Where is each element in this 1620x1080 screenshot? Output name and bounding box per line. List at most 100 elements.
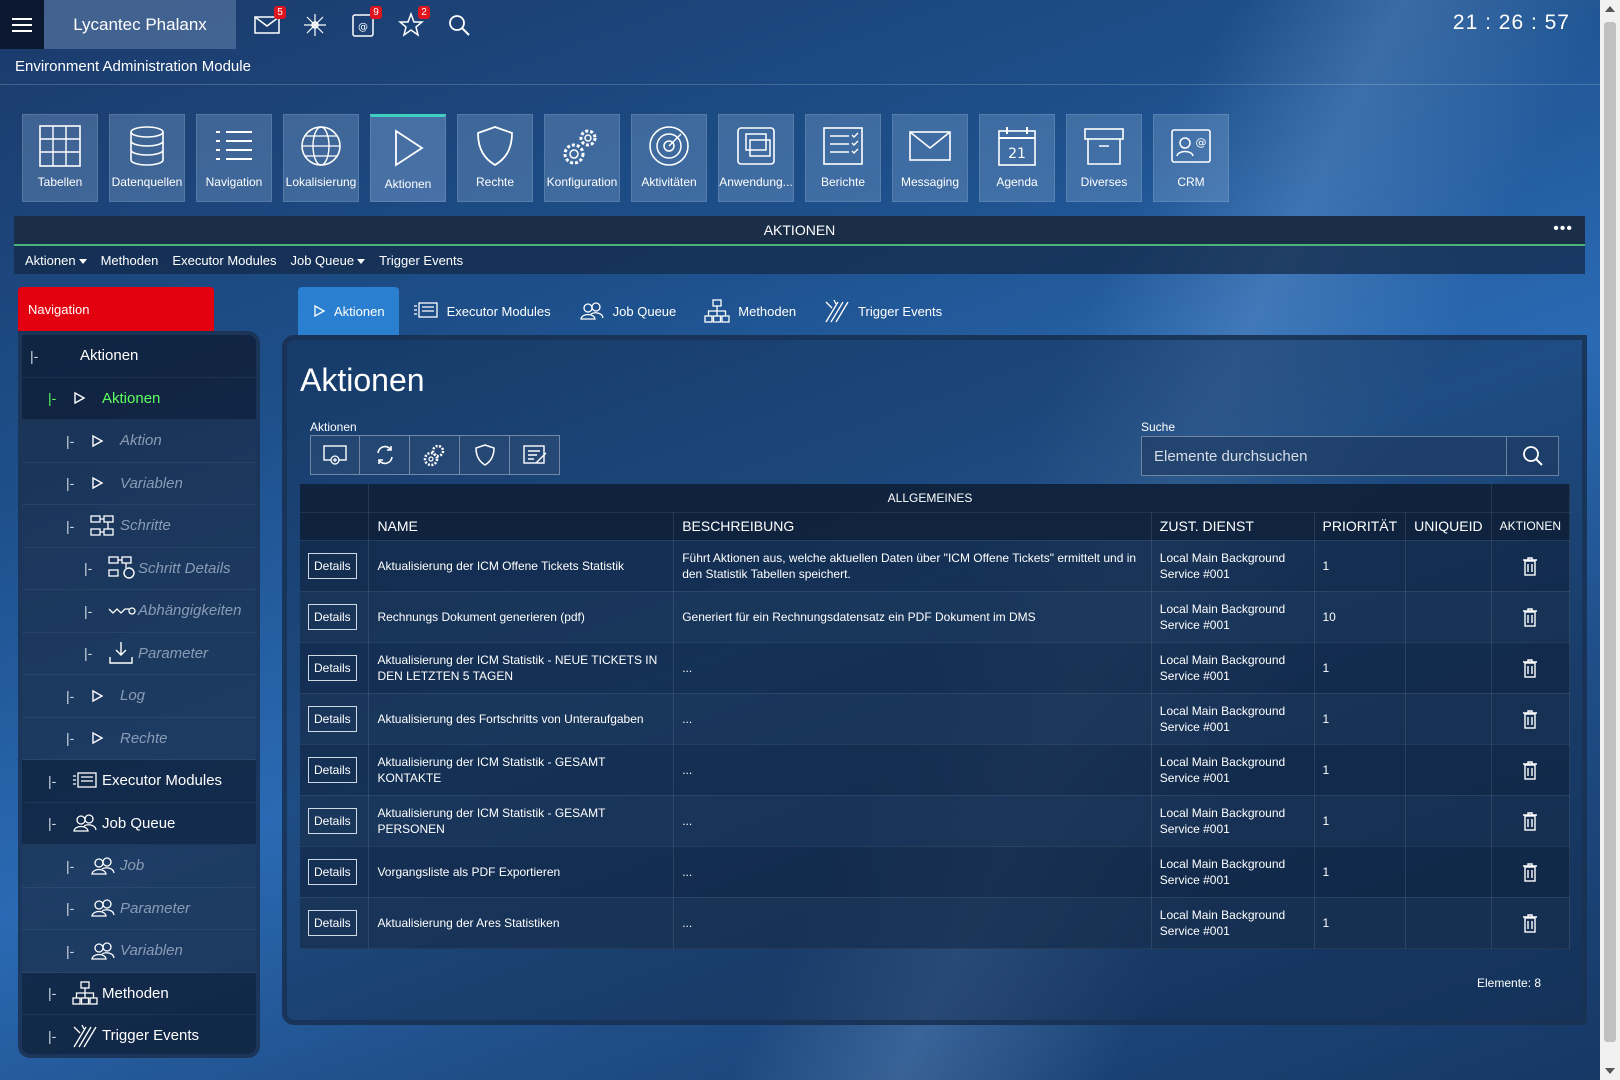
nav-item-job[interactable]: |- Job — [22, 845, 256, 888]
table-row[interactable]: Details Aktualisierung der ICM Statistik … — [300, 744, 1571, 796]
tab-methoden[interactable]: Methoden — [690, 287, 810, 335]
app-title[interactable]: Lycantec Phalanx — [44, 0, 236, 49]
details-button[interactable]: Details — [308, 909, 357, 936]
tile-aktionen[interactable]: Aktionen — [370, 114, 446, 202]
col-dienst[interactable]: ZUST. DIENST — [1151, 512, 1315, 541]
tile-anwendungen[interactable]: Anwendung... — [718, 114, 794, 202]
trash-icon[interactable] — [1500, 913, 1561, 933]
cell-dienst: Local Main Background Service #001 — [1151, 540, 1315, 592]
trash-icon[interactable] — [1500, 556, 1561, 576]
table-row[interactable]: Details Aktualisierung der ICM Offene Tic… — [300, 540, 1571, 592]
nav-item-schritt-details[interactable]: |- Schritt Details — [22, 547, 256, 590]
module-tiles: Tabellen Datenquellen Navigation Lokalis… — [22, 114, 1229, 202]
menu-methoden[interactable]: Methoden — [101, 253, 159, 268]
tile-konfiguration[interactable]: Konfiguration — [544, 114, 620, 202]
tile-aktivitaeten[interactable]: Aktivitäten — [631, 114, 707, 202]
sparkle-button[interactable] — [298, 8, 332, 42]
table-row[interactable]: Details Aktualisierung der ICM Statistik … — [300, 795, 1571, 847]
trash-icon[interactable] — [1500, 658, 1561, 678]
nav-item-schritte[interactable]: |- Schritte — [22, 505, 256, 548]
details-button[interactable]: Details — [308, 807, 357, 834]
cell-uniqueid — [1405, 540, 1492, 592]
table-row[interactable]: Details Rechnungs Dokument generieren (pd… — [300, 591, 1571, 643]
cell-uniqueid — [1405, 693, 1492, 745]
nav-item-aktionen[interactable]: |- Aktionen — [22, 377, 256, 420]
trash-icon[interactable] — [1500, 709, 1561, 729]
scroll-down-icon[interactable] — [1605, 1068, 1615, 1074]
nav-item-job-queue[interactable]: |- Job Queue — [22, 802, 256, 845]
nav-item-log[interactable]: |- Log — [22, 675, 256, 718]
tile-agenda[interactable]: 21 Agenda — [979, 114, 1055, 202]
nav-item-abhaengigkeiten[interactable]: |- Abhängigkeiten — [22, 590, 256, 633]
trash-icon[interactable] — [1500, 862, 1561, 882]
nav-item-aktionen-root[interactable]: |- Aktionen — [22, 335, 256, 378]
menu-aktionen[interactable]: Aktionen — [25, 253, 87, 268]
search-input[interactable] — [1141, 436, 1507, 476]
navigation-tree: |- Aktionen |- Aktionen |- Aktion |- Vari… — [18, 331, 260, 1058]
contact-card-button[interactable]: @ 9 — [346, 5, 382, 42]
tile-navigation[interactable]: Navigation — [196, 114, 272, 202]
details-button[interactable]: Details — [308, 858, 357, 885]
nav-item-rechte[interactable]: |- Rechte — [22, 717, 256, 760]
tab-aktionen[interactable]: Aktionen — [298, 287, 399, 335]
col-uniqueid[interactable]: UNIQUEID — [1405, 512, 1492, 541]
table-row[interactable]: Details Aktualisierung des Fortschritts v… — [300, 693, 1571, 745]
table-row[interactable]: Details Vorgangsliste als PDF Exportieren… — [300, 846, 1571, 898]
scroll-up-icon[interactable] — [1605, 6, 1615, 12]
settings-button[interactable] — [410, 435, 460, 475]
details-button[interactable]: Details — [308, 552, 357, 579]
tile-berichte[interactable]: Berichte — [805, 114, 881, 202]
menu-job-queue[interactable]: Job Queue — [290, 253, 366, 268]
aktionen-table: ALLGEMEINES NAME BESCHREIBUNG ZUST. DIEN… — [300, 484, 1571, 949]
col-prioritaet[interactable]: PRIORITÄT — [1314, 512, 1407, 541]
scroll-thumb[interactable] — [1604, 22, 1616, 1042]
table-row[interactable]: Details Aktualisierung der Ares Statistik… — [300, 897, 1571, 949]
nav-item-aktion[interactable]: |- Aktion — [22, 420, 256, 463]
favorites-button[interactable]: 2 — [394, 5, 430, 42]
nav-item-job-parameter[interactable]: |- Parameter — [22, 887, 256, 930]
col-name[interactable]: NAME — [368, 512, 675, 541]
panel-options-icon[interactable]: ••• — [1553, 220, 1573, 238]
hamburger-menu-button[interactable] — [0, 0, 44, 49]
details-button[interactable]: Details — [308, 654, 357, 681]
trash-icon[interactable] — [1500, 811, 1561, 831]
tab-job-queue[interactable]: Job Queue — [565, 287, 691, 335]
nav-item-parameter[interactable]: |- Parameter — [22, 632, 256, 675]
tile-diverses[interactable]: Diverses — [1066, 114, 1142, 202]
page-scrollbar[interactable] — [1600, 0, 1620, 1080]
chevron-down-icon — [78, 258, 87, 264]
nav-item-trigger-events[interactable]: |- Trigger Events — [22, 1015, 256, 1054]
cell-dienst: Local Main Background Service #001 — [1151, 591, 1315, 643]
tile-datenquellen[interactable]: Datenquellen — [109, 114, 185, 202]
details-button[interactable]: Details — [308, 603, 357, 630]
dependency-icon — [108, 604, 138, 618]
col-beschreibung[interactable]: BESCHREIBUNG — [673, 512, 1152, 541]
col-aktionen: AKTIONEN — [1491, 512, 1571, 541]
search-button[interactable] — [442, 8, 476, 42]
tile-lokalisierung[interactable]: Lokalisierung — [283, 114, 359, 202]
mail-button[interactable]: 5 — [250, 5, 286, 42]
add-button[interactable] — [310, 435, 360, 475]
nav-item-job-variablen[interactable]: |- Variablen — [22, 930, 256, 973]
permissions-button[interactable] — [460, 435, 510, 475]
tile-crm[interactable]: @ CRM — [1153, 114, 1229, 202]
nav-item-variablen[interactable]: |- Variablen — [22, 462, 256, 505]
tile-tabellen[interactable]: Tabellen — [22, 114, 98, 202]
menu-executor-modules[interactable]: Executor Modules — [172, 253, 276, 268]
nav-item-methoden[interactable]: |- Methoden — [22, 972, 256, 1015]
nav-item-executor-modules[interactable]: |- Executor Modules — [22, 760, 256, 803]
tile-messaging[interactable]: Messaging — [892, 114, 968, 202]
tile-rechte[interactable]: Rechte — [457, 114, 533, 202]
edit-report-button[interactable] — [510, 435, 560, 475]
search-submit-button[interactable] — [1507, 436, 1559, 476]
menu-trigger-events[interactable]: Trigger Events — [379, 253, 463, 268]
tab-trigger-events[interactable]: Trigger Events — [810, 287, 956, 335]
table-row[interactable]: Details Aktualisierung der ICM Statistik … — [300, 642, 1571, 694]
details-button[interactable]: Details — [308, 705, 357, 732]
trash-icon[interactable] — [1500, 607, 1561, 627]
tab-executor-modules[interactable]: Executor Modules — [399, 287, 565, 335]
refresh-button[interactable] — [360, 435, 410, 475]
trash-icon[interactable] — [1500, 760, 1561, 780]
navigation-tab[interactable]: Navigation — [18, 287, 214, 331]
details-button[interactable]: Details — [308, 756, 357, 783]
